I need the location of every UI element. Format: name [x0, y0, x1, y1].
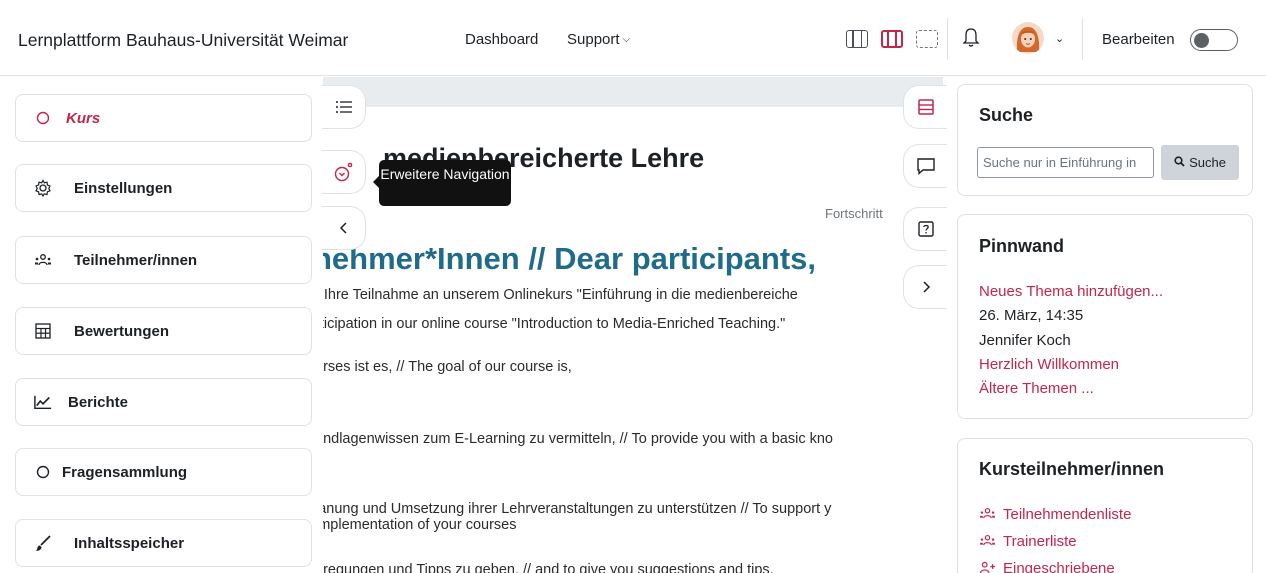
circle-icon — [34, 109, 52, 127]
edit-mode-toggle[interactable] — [1190, 29, 1238, 51]
nav-support[interactable]: Support ⌵ — [567, 31, 630, 48]
nav-dashboard[interactable]: Dashboard — [465, 31, 538, 48]
course-index-item-inhaltsspeicher[interactable]: Inhaltsspeicher — [15, 519, 312, 567]
chevron-down-icon[interactable]: ⌄ — [1055, 32, 1064, 45]
course-index-label: Berichte — [68, 393, 129, 411]
users-icon — [979, 507, 996, 523]
brush-icon — [34, 534, 52, 552]
course-index-item-fragensammlung[interactable]: Fragensammlung — [15, 448, 312, 496]
course-index-item-berichte[interactable]: Berichte — [15, 378, 312, 426]
body-text: rticipation in our online course "Introd… — [323, 316, 786, 332]
tooltip-extended-navigation: Erweitere Navigation — [373, 160, 511, 206]
course-index-item-teilnehmer[interactable]: Teilnehmer/innen — [15, 236, 312, 284]
body-text: lanung und Umsetzung ihrer Lehrveranstal… — [323, 501, 832, 517]
list-icon — [335, 100, 353, 114]
collapse-drawer-button[interactable] — [322, 206, 366, 250]
post-link[interactable]: Herzlich Willkommen — [979, 356, 1119, 373]
add-topic-link[interactable]: Neues Thema hinzufügen... — [979, 283, 1163, 300]
expand-button[interactable] — [903, 265, 947, 309]
pinnwand-block: Pinnwand Neues Thema hinzufügen... 26. M… — [957, 214, 1253, 419]
older-topics-link[interactable]: Ältere Themen ... — [979, 380, 1094, 397]
layout-fullscreen-icon[interactable] — [916, 30, 938, 48]
course-index-drawer: Kurs Einstellungen Teilnehmer/innen Bewe… — [0, 77, 323, 573]
course-index-list-button[interactable] — [322, 85, 366, 129]
course-index-label: Bewertungen — [74, 322, 170, 340]
navbar-divider — [947, 18, 948, 60]
search-block: Suche Suche — [957, 84, 1253, 196]
body-text: undlagenwissen zum E-Learning zu vermitt… — [323, 431, 833, 447]
trainer-list-link[interactable]: Trainerliste — [979, 533, 1077, 550]
avatar[interactable] — [1012, 22, 1044, 54]
layout-sidebars-icon[interactable] — [881, 30, 903, 48]
body-text: urses ist es, // The goal of our course … — [323, 359, 572, 375]
chevron-down-icon: ⌵ — [622, 34, 631, 45]
circle-icon — [34, 463, 52, 481]
search-input[interactable] — [977, 147, 1154, 178]
panel-icon — [917, 98, 935, 116]
users-icon — [979, 534, 996, 550]
users-icon — [34, 251, 52, 269]
body-text: r Ihre Teilnahme an unserem Onlinekurs "… — [323, 287, 798, 303]
search-button[interactable]: Suche — [1161, 145, 1239, 180]
block-title: Suche — [979, 105, 1034, 125]
block-drawer-button[interactable] — [903, 85, 947, 129]
main-content: medienbereicherte Lehre Fortschritt nehm… — [323, 77, 943, 573]
bell-icon[interactable] — [962, 27, 980, 49]
course-index-label: Fragensammlung — [62, 463, 188, 481]
site-name[interactable]: Lernplattform Bauhaus-Universität Weimar — [18, 30, 348, 51]
section-heading: nehmer*Innen // Dear participants, — [323, 241, 817, 276]
navigation-gear-icon — [332, 160, 356, 184]
user-plus-icon — [979, 561, 996, 573]
table-icon — [34, 322, 52, 340]
question-icon — [917, 220, 935, 238]
post-date: 26. März, 14:35 — [979, 307, 1084, 324]
link-label: Trainerliste — [1003, 533, 1077, 550]
chevron-right-icon — [921, 280, 931, 294]
link-label: Eingeschriebene — [1003, 560, 1115, 573]
gear-icon — [34, 179, 52, 197]
block-title: Pinnwand — [979, 236, 1064, 256]
course-index-item-kurs[interactable]: Kurs — [15, 94, 312, 142]
search-button-label: Suche — [1189, 155, 1226, 170]
course-index-label: Teilnehmer/innen — [74, 251, 198, 269]
enrolled-link[interactable]: Eingeschriebene — [979, 560, 1115, 573]
course-index-label: Einstellungen — [74, 179, 173, 197]
body-text: implementation of your courses — [323, 517, 517, 533]
course-index-item-einstellungen[interactable]: Einstellungen — [15, 164, 312, 212]
help-button[interactable] — [903, 207, 947, 251]
block-title: Kursteilnehmer/innen — [979, 459, 1165, 479]
nav-support-label: Support — [567, 31, 620, 48]
course-header-band — [323, 77, 943, 107]
chat-icon — [916, 157, 936, 175]
chevron-left-icon — [339, 221, 349, 235]
top-navbar: Lernplattform Bauhaus-Universität Weimar… — [0, 0, 1266, 76]
course-index-item-bewertungen[interactable]: Bewertungen — [15, 307, 312, 355]
search-icon — [1174, 155, 1185, 170]
layout-three-column-icon[interactable] — [846, 30, 868, 48]
extended-navigation-button[interactable] — [322, 150, 366, 194]
progress-label: Fortschritt — [825, 206, 883, 221]
messages-button[interactable] — [903, 144, 947, 188]
link-label: Teilnehmendenliste — [1003, 506, 1132, 523]
edit-mode-label: Bearbeiten — [1102, 31, 1175, 48]
participants-block: Kursteilnehmer/innen Teilnehmendenliste … — [957, 438, 1253, 573]
body-text: nregungen und Tipps zu geben. // and to … — [323, 562, 774, 573]
course-index-label: Inhaltsspeicher — [74, 534, 185, 552]
chart-line-icon — [34, 393, 52, 411]
participants-list-link[interactable]: Teilnehmendenliste — [979, 506, 1131, 523]
course-index-label: Kurs — [66, 109, 101, 127]
post-author: Jennifer Koch — [979, 332, 1071, 349]
block-drawer: Suche Suche Pinnwand Neues Thema hinzufü… — [947, 77, 1266, 573]
navbar-divider — [1082, 18, 1083, 60]
